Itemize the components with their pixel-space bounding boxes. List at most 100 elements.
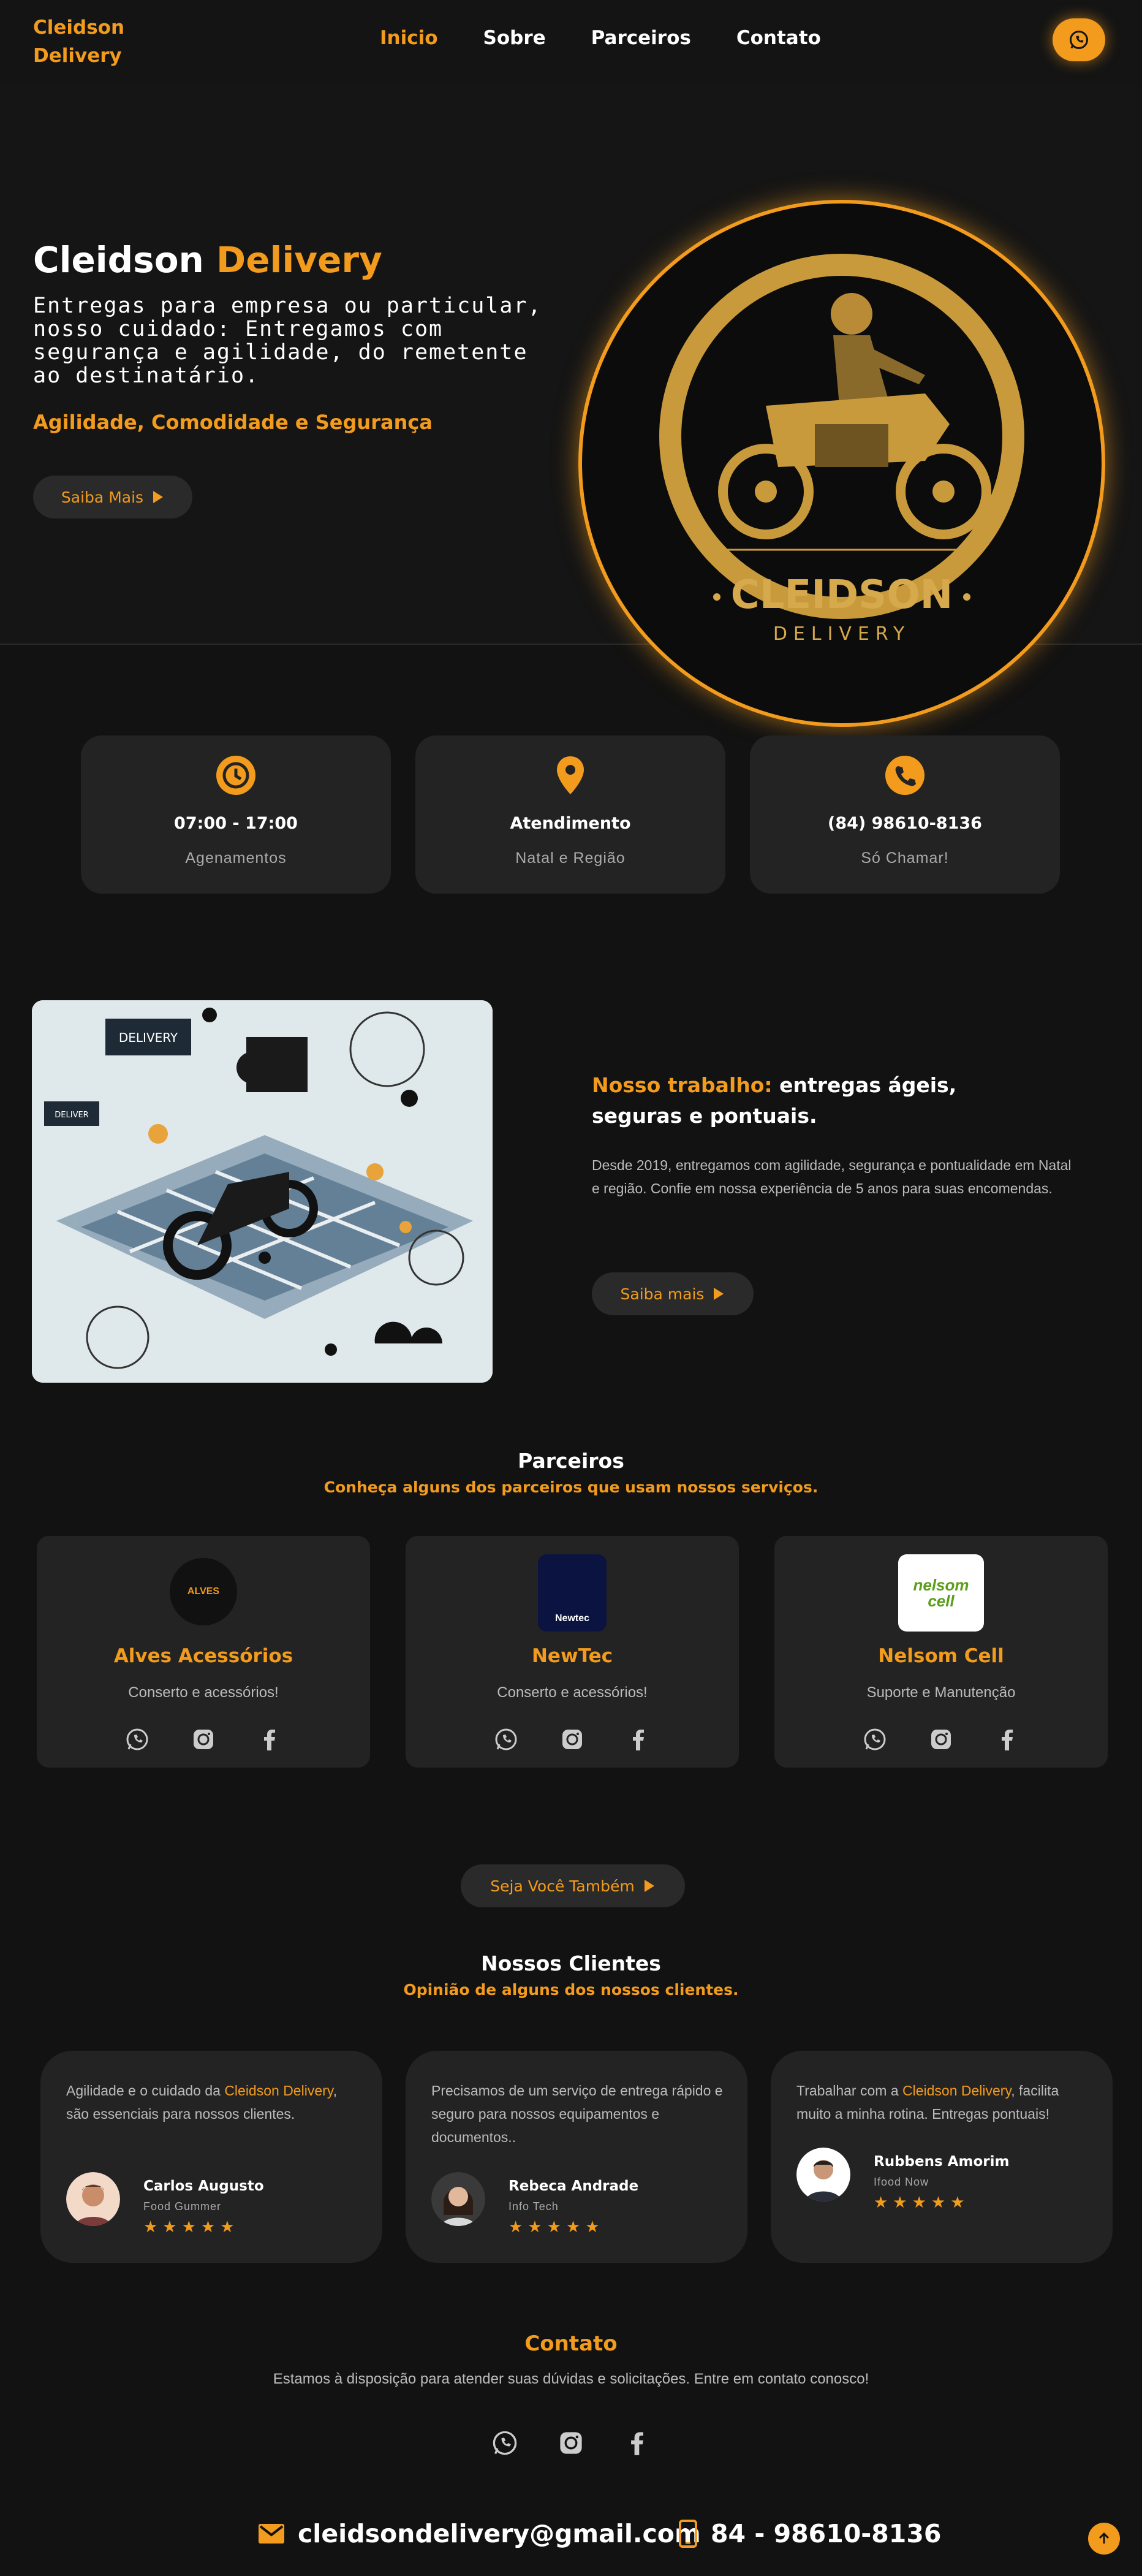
testimonial-text: Trabalhar com a Cleidson Delivery, facil… (796, 2079, 1091, 2126)
info-hours-sub: Agenamentos (185, 849, 287, 867)
emblem-sub: DELIVERY (773, 623, 910, 645)
play-icon (153, 491, 164, 503)
hero-title-white: Cleidson (33, 239, 204, 281)
info-card-phone: (84) 98610-8136 Só Chamar! (750, 735, 1060, 894)
hero-emblem: CLEIDSON DELIVERY (578, 200, 1105, 727)
info-phone-title: (84) 98610-8136 (828, 814, 982, 833)
hero-slogan: Agilidade, Comodidade e Segurança (33, 411, 433, 434)
nav-parceiros[interactable]: Parceiros (591, 27, 691, 49)
contact-email-text: cleidsondelivery@gmail.com (298, 2519, 701, 2548)
whatsapp-icon[interactable] (125, 1727, 149, 1752)
image-label-delivery: DELIVERY (119, 1030, 178, 1045)
whatsapp-icon (1070, 31, 1088, 49)
partner-card-newtec: Newtec NewTec Conserto e acessórios! (406, 1536, 739, 1768)
hero-title-orange: Delivery (216, 239, 382, 281)
partner-cta-button[interactable]: Seja Você Também (461, 1864, 685, 1907)
facebook-icon[interactable] (624, 2430, 651, 2456)
whatsapp-icon[interactable] (491, 2430, 518, 2456)
partner-card-nelsom: nelsom cell Nelsom Cell Suporte e Manute… (774, 1536, 1108, 1768)
partner-logo-nelsom: nelsom cell (898, 1554, 984, 1632)
whatsapp-icon[interactable] (494, 1727, 518, 1752)
info-card-hours: 07:00 - 17:00 Agenamentos (81, 735, 391, 894)
nav-inicio[interactable]: Inicio (380, 27, 438, 49)
rating-stars: ★★★★★ (509, 2217, 605, 2236)
testimonial-role: Info Tech (509, 2200, 559, 2213)
contact-email[interactable]: cleidsondelivery@gmail.com (259, 2519, 701, 2548)
contact-phone-text: 84 - 98610-8136 (711, 2519, 942, 2548)
image-label-deliver: DELIVER (55, 1111, 88, 1120)
about-button-label: Saiba mais (620, 1285, 705, 1303)
hero-button-label: Saiba Mais (61, 488, 144, 506)
contact-phone[interactable]: 84 - 98610-8136 (679, 2519, 941, 2548)
instagram-icon[interactable] (558, 2430, 584, 2456)
partner-card-alves: ALVES Alves Acessórios Conserto e acessó… (37, 1536, 370, 1768)
partner-description: Conserto e acessórios! (128, 1684, 279, 1701)
facebook-icon[interactable] (995, 1727, 1019, 1752)
phone-icon (885, 756, 925, 795)
arrow-up-icon (1099, 2532, 1110, 2544)
hero-saiba-mais-button[interactable]: Saiba Mais (33, 476, 192, 519)
site-header: Cleidson Delivery Inicio Sobre Parceiros… (0, 0, 1142, 86)
about-title-orange: Nosso trabalho: (592, 1073, 773, 1097)
map-illustration: DELIVERY DELIVER (32, 1000, 493, 1383)
partner-description: Suporte e Manutenção (866, 1684, 1016, 1701)
partner-description: Conserto e acessórios! (497, 1684, 648, 1701)
testimonial-name: Rubbens Amorim (874, 2154, 1010, 2170)
partner-social-links (406, 1727, 739, 1752)
info-location-sub: Natal e Região (515, 849, 626, 867)
partner-social-links (37, 1727, 370, 1752)
main-nav: Inicio Sobre Parceiros Contato (380, 27, 821, 49)
partner-logo-newtec: Newtec (538, 1554, 607, 1632)
partner-logo-alves: ALVES (170, 1558, 237, 1625)
testimonial-text-part: Precisamos de um serviço de entrega rápi… (431, 2083, 723, 2145)
testimonial-text-part: Trabalhar com a (796, 2083, 902, 2099)
partners-subtitle: Conheça alguns dos parceiros que usam no… (323, 1478, 819, 1496)
testimonial-name: Rebeca Andrade (509, 2178, 639, 2194)
instagram-icon[interactable] (929, 1727, 953, 1752)
site-logo[interactable]: Cleidson Delivery (33, 13, 124, 70)
info-hours-title: 07:00 - 17:00 (174, 814, 298, 833)
facebook-icon[interactable] (626, 1727, 651, 1752)
info-location-title: Atendimento (510, 814, 631, 833)
partner-name: Alves Acessórios (113, 1645, 293, 1667)
testimonial-card: Precisamos de um serviço de entrega rápi… (406, 2051, 747, 2263)
about-title: Nosso trabalho: entregas ágeis, seguras … (592, 1070, 959, 1131)
back-to-top-button[interactable] (1088, 2523, 1120, 2555)
nav-sobre[interactable]: Sobre (483, 27, 546, 49)
rating-stars: ★★★★★ (143, 2217, 240, 2236)
info-card-location: Atendimento Natal e Região (415, 735, 725, 894)
facebook-icon[interactable] (257, 1727, 282, 1752)
instagram-icon[interactable] (560, 1727, 584, 1752)
hero-description: Entregas para empresa ou particular, nos… (33, 294, 542, 388)
hero-title: Cleidson Delivery (33, 239, 382, 281)
testimonial-highlight: Cleidson Delivery (224, 2083, 333, 2099)
nav-contato[interactable]: Contato (736, 27, 821, 49)
info-phone-sub: Só Chamar! (861, 849, 949, 867)
clients-title: Nossos Clientes (481, 1951, 661, 1975)
testimonial-name: Carlos Augusto (143, 2178, 264, 2194)
about-text: Desde 2019, entregamos com agilidade, se… (592, 1157, 1072, 1196)
logo-line-1: Cleidson (33, 17, 125, 39)
about-saiba-mais-button[interactable]: Saiba mais (592, 1272, 754, 1315)
testimonial-card: Trabalhar com a Cleidson Delivery, facil… (771, 2051, 1113, 2263)
avatar (431, 2172, 485, 2226)
whatsapp-button[interactable] (1053, 18, 1105, 61)
clock-icon (216, 756, 255, 795)
partner-social-links (774, 1727, 1108, 1752)
envelope-icon (259, 2524, 284, 2544)
emblem-name: CLEIDSON (731, 572, 953, 618)
partner-name: Nelsom Cell (878, 1645, 1004, 1667)
testimonial-text: Precisamos de um serviço de entrega rápi… (431, 2079, 725, 2149)
contact-text: Estamos à disposição para atender suas d… (273, 2371, 869, 2387)
location-pin-icon (557, 756, 584, 794)
avatar (796, 2148, 850, 2202)
testimonial-highlight: Cleidson Delivery (902, 2083, 1012, 2099)
testimonial-card: Agilidade e o cuidado da Cleidson Delive… (40, 2051, 382, 2263)
rider-helmet (236, 1052, 268, 1084)
testimonial-role: Food Gummer (143, 2200, 222, 2213)
whatsapp-icon[interactable] (863, 1727, 887, 1752)
hero-section: Cleidson Delivery Entregas para empresa … (0, 86, 1142, 727)
avatar (66, 2172, 120, 2226)
testimonial-text-part: Agilidade e o cuidado da (66, 2083, 225, 2099)
instagram-icon[interactable] (191, 1727, 216, 1752)
